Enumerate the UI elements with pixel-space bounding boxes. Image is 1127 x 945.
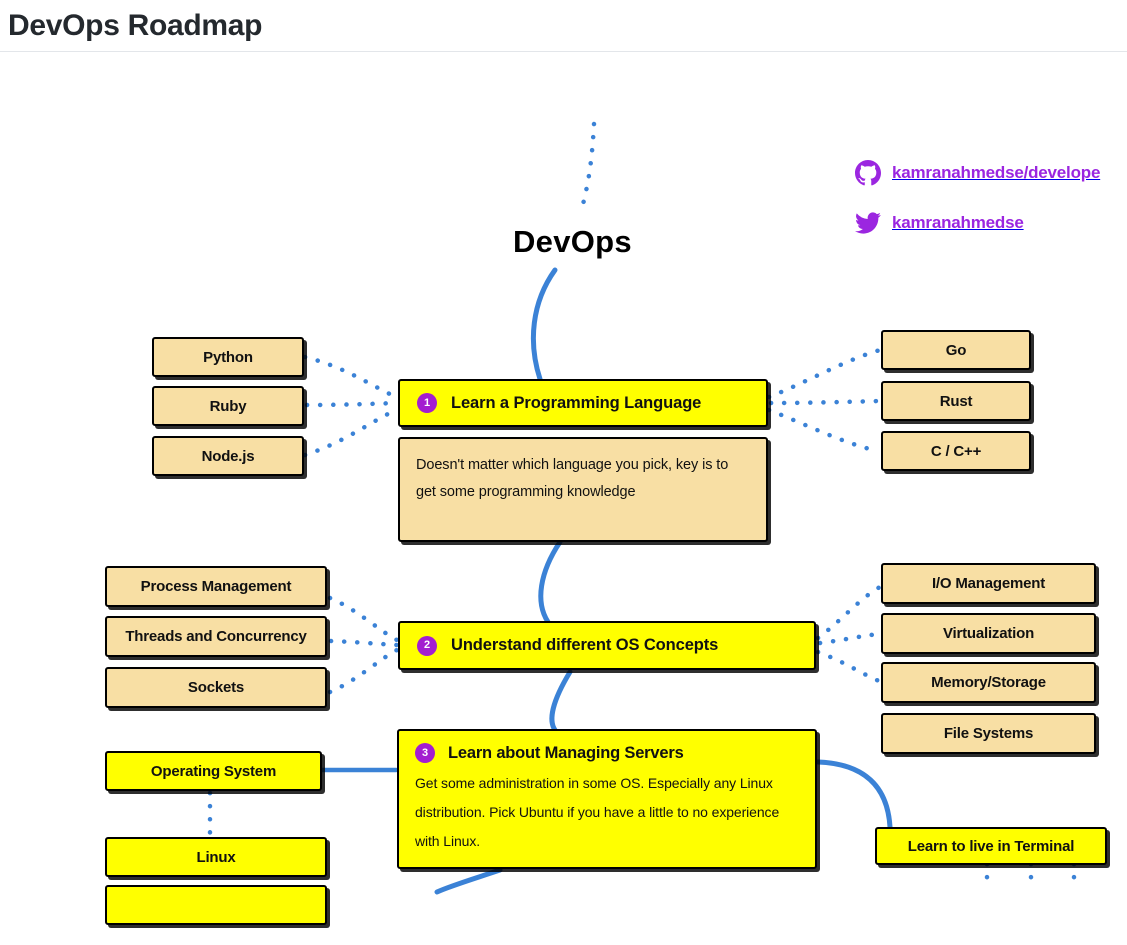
node-step1-description: Doesn't matter which language you pick, … bbox=[398, 437, 768, 542]
node-linux-child-clipped[interactable] bbox=[105, 885, 327, 925]
roadmap-canvas[interactable]: kamranahmedse/develope kamranahmedse Dev… bbox=[0, 52, 1127, 945]
step3-header: 3 Learn about Managing Servers bbox=[415, 743, 800, 763]
node-memory-storage[interactable]: Memory/Storage bbox=[881, 662, 1096, 703]
node-virtualization[interactable]: Virtualization bbox=[881, 613, 1096, 654]
twitter-link[interactable]: kamranahmedse bbox=[855, 210, 1024, 236]
page-title: DevOps Roadmap bbox=[8, 8, 263, 42]
twitter-icon bbox=[855, 210, 881, 236]
node-step3[interactable]: 3 Learn about Managing Servers Get some … bbox=[397, 729, 817, 869]
node-rust[interactable]: Rust bbox=[881, 381, 1031, 421]
central-title: DevOps bbox=[513, 224, 632, 259]
node-sockets[interactable]: Sockets bbox=[105, 667, 327, 708]
file-systems-label: File Systems bbox=[943, 725, 1034, 742]
node-ruby[interactable]: Ruby bbox=[152, 386, 304, 426]
step1-description-text: Doesn't matter which language you pick, … bbox=[416, 457, 729, 500]
github-icon bbox=[855, 160, 881, 186]
step3-label: Learn about Managing Servers bbox=[448, 743, 684, 762]
github-label: kamranahmedse/develope bbox=[892, 163, 1101, 182]
linux-label: Linux bbox=[196, 848, 236, 866]
sockets-label: Sockets bbox=[187, 679, 245, 696]
node-linux[interactable]: Linux bbox=[105, 837, 327, 877]
node-operating-system[interactable]: Operating System bbox=[105, 751, 322, 791]
node-learn-terminal[interactable]: Learn to live in Terminal bbox=[875, 827, 1107, 865]
process-management-label: Process Management bbox=[140, 578, 292, 595]
virtualization-label: Virtualization bbox=[942, 625, 1035, 642]
step2-badge: 2 bbox=[417, 635, 437, 656]
rust-label: Rust bbox=[939, 392, 973, 410]
node-threads-concurrency[interactable]: Threads and Concurrency bbox=[105, 616, 327, 657]
page-header: DevOps Roadmap bbox=[0, 0, 1127, 52]
learn-terminal-label: Learn to live in Terminal bbox=[907, 837, 1075, 855]
node-cpp[interactable]: C / C++ bbox=[881, 431, 1031, 471]
node-nodejs[interactable]: Node.js bbox=[152, 436, 304, 476]
node-go[interactable]: Go bbox=[881, 330, 1031, 370]
github-link[interactable]: kamranahmedse/develope bbox=[855, 160, 1100, 186]
node-file-systems[interactable]: File Systems bbox=[881, 713, 1096, 754]
cpp-label: C / C++ bbox=[930, 442, 982, 460]
ruby-label: Ruby bbox=[209, 397, 247, 415]
twitter-label: kamranahmedse bbox=[892, 213, 1024, 232]
step3-description-text: Get some administration in some OS. Espe… bbox=[415, 775, 780, 849]
node-step1[interactable]: 1 Learn a Programming Language bbox=[398, 379, 768, 427]
operating-system-label: Operating System bbox=[150, 762, 277, 780]
python-label: Python bbox=[203, 348, 253, 366]
node-step2[interactable]: 2 Understand different OS Concepts bbox=[398, 621, 816, 670]
node-python[interactable]: Python bbox=[152, 337, 304, 377]
node-process-management[interactable]: Process Management bbox=[105, 566, 327, 607]
nodes-layer: kamranahmedse/develope kamranahmedse Dev… bbox=[0, 52, 1127, 945]
io-management-label: I/O Management bbox=[931, 575, 1046, 592]
memory-storage-label: Memory/Storage bbox=[931, 674, 1046, 691]
threads-concurrency-label: Threads and Concurrency bbox=[125, 628, 307, 645]
step1-label: Learn a Programming Language bbox=[451, 393, 702, 412]
step3-badge: 3 bbox=[415, 743, 435, 763]
nodejs-label: Node.js bbox=[201, 447, 255, 465]
node-io-management[interactable]: I/O Management bbox=[881, 563, 1096, 604]
step1-badge: 1 bbox=[417, 393, 437, 413]
go-label: Go bbox=[945, 341, 967, 359]
step2-label: Understand different OS Concepts bbox=[451, 636, 719, 654]
